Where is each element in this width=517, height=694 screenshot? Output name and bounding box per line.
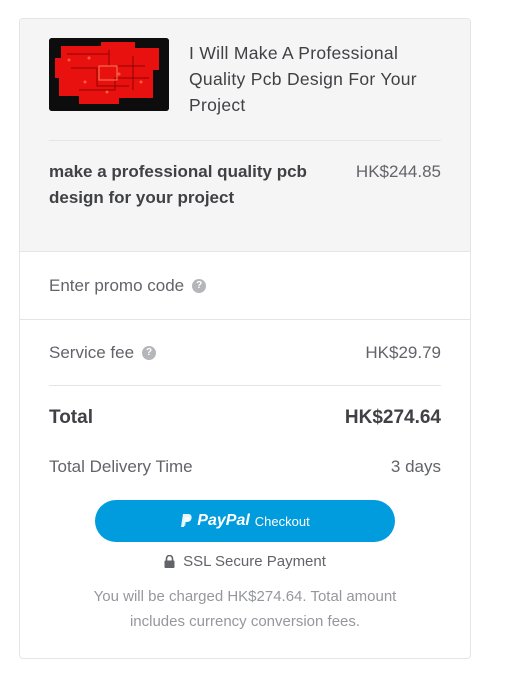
promo-code-label: Enter promo code	[49, 275, 185, 295]
paypal-logo-text: PayPal	[197, 512, 250, 529]
paypal-icon	[181, 514, 192, 527]
order-summary-card: I Will Make A Professional Quality Pcb D…	[19, 18, 471, 659]
gig-thumbnail[interactable]	[49, 38, 169, 111]
question-circle-icon[interactable]: ?	[192, 278, 207, 293]
paypal-checkout-label: Checkout	[254, 513, 310, 529]
question-circle-icon[interactable]: ?	[142, 345, 157, 360]
gig-title[interactable]: I Will Make A Professional Quality Pcb D…	[189, 40, 441, 118]
price-summary: Service fee ? HK$29.79 Total HK$274.64 T…	[20, 320, 470, 634]
delivery-row: Total Delivery Time 3 days	[49, 450, 441, 484]
package-price: HK$244.85	[355, 162, 441, 181]
currency-conversion-note: You will be charged HK$274.64. Total amo…	[93, 588, 397, 630]
delivery-label: Total Delivery Time	[49, 457, 193, 476]
package-row: make a professional quality pcb design f…	[49, 141, 441, 211]
paypal-checkout-button[interactable]: PayPal Checkout	[95, 500, 395, 542]
service-fee-label: Service fee	[49, 342, 135, 362]
order-details: I Will Make A Professional Quality Pcb D…	[20, 19, 470, 252]
total-row: Total HK$274.64	[49, 386, 441, 450]
service-fee-row: Service fee ? HK$29.79	[49, 320, 441, 386]
pcb-image	[49, 38, 169, 111]
lock-icon	[164, 555, 175, 568]
ssl-label: SSL Secure Payment	[183, 553, 326, 570]
total-amount: HK$274.64	[344, 407, 441, 428]
service-fee-amount: HK$29.79	[365, 342, 441, 362]
gig-header: I Will Make A Professional Quality Pcb D…	[49, 19, 441, 141]
delivery-value: 3 days	[390, 457, 441, 476]
total-label: Total	[49, 407, 93, 428]
package-name: make a professional quality pcb design f…	[49, 162, 307, 207]
promo-code-toggle[interactable]: Enter promo code ?	[20, 252, 470, 320]
ssl-secure-payment: SSL Secure Payment	[49, 553, 441, 570]
